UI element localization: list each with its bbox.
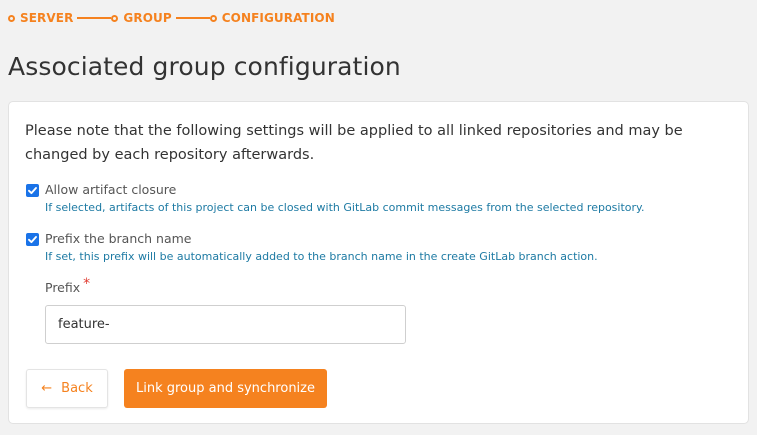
allow-artifact-closure-hint: If selected, artifacts of this project c…	[45, 201, 645, 214]
step-circle-icon	[209, 14, 217, 22]
link-group-button[interactable]: Link group and synchronize	[124, 369, 327, 408]
step-circle-icon	[111, 14, 119, 22]
step-circle-icon	[8, 14, 15, 22]
arrow-left-icon: ←	[41, 381, 53, 396]
step-server: SERVER	[8, 11, 77, 25]
stepper: SERVER GROUP CONFIGURATION	[8, 11, 339, 25]
checkmark-icon	[28, 236, 37, 244]
checkmark-icon	[28, 187, 37, 195]
intro-text: Please note that the following settings …	[25, 123, 683, 163]
prefix-branch-name-label: Prefix the branch name	[45, 231, 192, 246]
configuration-card: Please note that the following settings …	[8, 101, 749, 424]
back-button[interactable]: ← Back	[26, 369, 108, 408]
required-marker: *	[83, 276, 91, 292]
prefix-input[interactable]	[45, 305, 406, 344]
back-button-label: Back	[61, 381, 93, 396]
allow-artifact-closure-checkbox[interactable]	[26, 184, 39, 197]
step-connector	[77, 17, 112, 19]
step-connector	[175, 17, 210, 19]
allow-artifact-closure-label: Allow artifact closure	[45, 182, 177, 197]
page-title: Associated group configuration	[8, 52, 401, 81]
step-label: CONFIGURATION	[221, 11, 335, 25]
step-configuration: CONFIGURATION	[209, 11, 339, 25]
step-label: SERVER	[20, 11, 74, 25]
step-group: GROUP	[111, 11, 175, 25]
prefix-field-label: Prefix *	[45, 276, 90, 296]
prefix-branch-name-checkbox[interactable]	[26, 233, 39, 246]
prefix-branch-name-hint: If set, this prefix will be automaticall…	[45, 250, 598, 263]
step-label: GROUP	[123, 11, 172, 25]
prefix-label-text: Prefix	[45, 280, 81, 295]
